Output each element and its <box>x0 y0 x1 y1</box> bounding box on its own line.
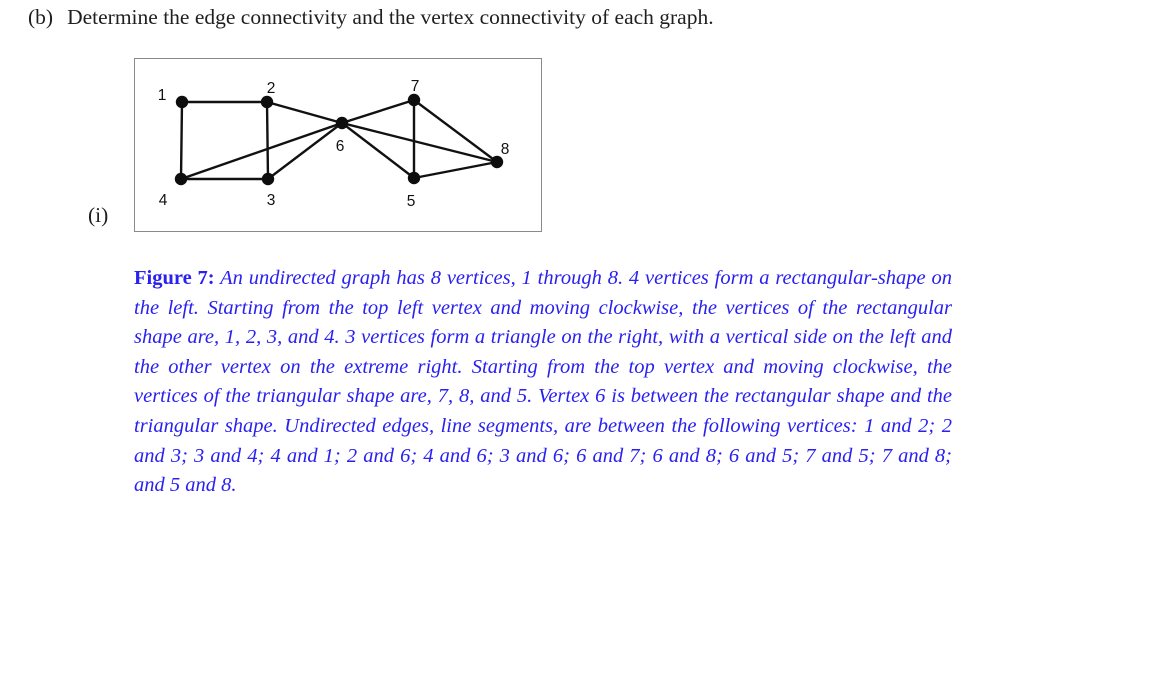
question-label: (b) <box>28 5 54 29</box>
graph-vertex-2 <box>260 95 274 109</box>
graph-edge-3-6 <box>266 121 344 181</box>
graph-edge-6-7 <box>340 98 416 125</box>
graph-vertex-4 <box>174 172 188 186</box>
question-text: Determine the edge connectivity and the … <box>67 5 714 29</box>
graph-vertex-label-3: 3 <box>267 192 276 209</box>
graph-edge-4-1 <box>179 100 184 181</box>
graph-vertex-label-layer: 1 2 3 4 5 6 7 8 <box>158 78 510 210</box>
figure-caption: Figure 7: An undirected graph has 8 vert… <box>134 264 952 501</box>
graph-edge-2-3 <box>265 100 270 181</box>
figure-frame: 1 2 3 4 5 6 7 8 <box>134 58 542 232</box>
graph-diagram: 1 2 3 4 5 6 7 8 <box>158 78 510 210</box>
graph-vertex-label-6: 6 <box>336 138 345 155</box>
graph-vertex-label-5: 5 <box>407 193 416 210</box>
graph-vertex-6 <box>335 116 349 130</box>
graph-edge-5-8 <box>412 160 499 180</box>
graph-vertex-5 <box>407 171 421 185</box>
graph-vertex-label-1: 1 <box>158 87 167 104</box>
graph-vertex-3 <box>261 172 275 186</box>
graph-vertex-label-4: 4 <box>159 192 168 209</box>
graph-vertex-label-7: 7 <box>411 78 420 95</box>
graph-edge-6-8 <box>340 121 499 164</box>
graph-vertex-label-8: 8 <box>501 141 510 158</box>
graph-vertex-7 <box>407 93 421 107</box>
figure-block: (i) 1 2 3 4 5 6 7 8 <box>0 58 560 238</box>
figure-caption-head: Figure 7: <box>134 267 215 289</box>
figure-roman-label: (i) <box>88 203 109 227</box>
figure-caption-body: An undirected graph has 8 vertices, 1 th… <box>134 267 952 497</box>
question-line: (b) Determine the edge connectivity and t… <box>28 2 714 32</box>
graph-edge-4-6 <box>179 121 344 181</box>
graph-edge-2-6 <box>265 100 344 125</box>
graph-vertex-1 <box>175 95 189 109</box>
graph-vertex-label-2: 2 <box>267 80 276 97</box>
